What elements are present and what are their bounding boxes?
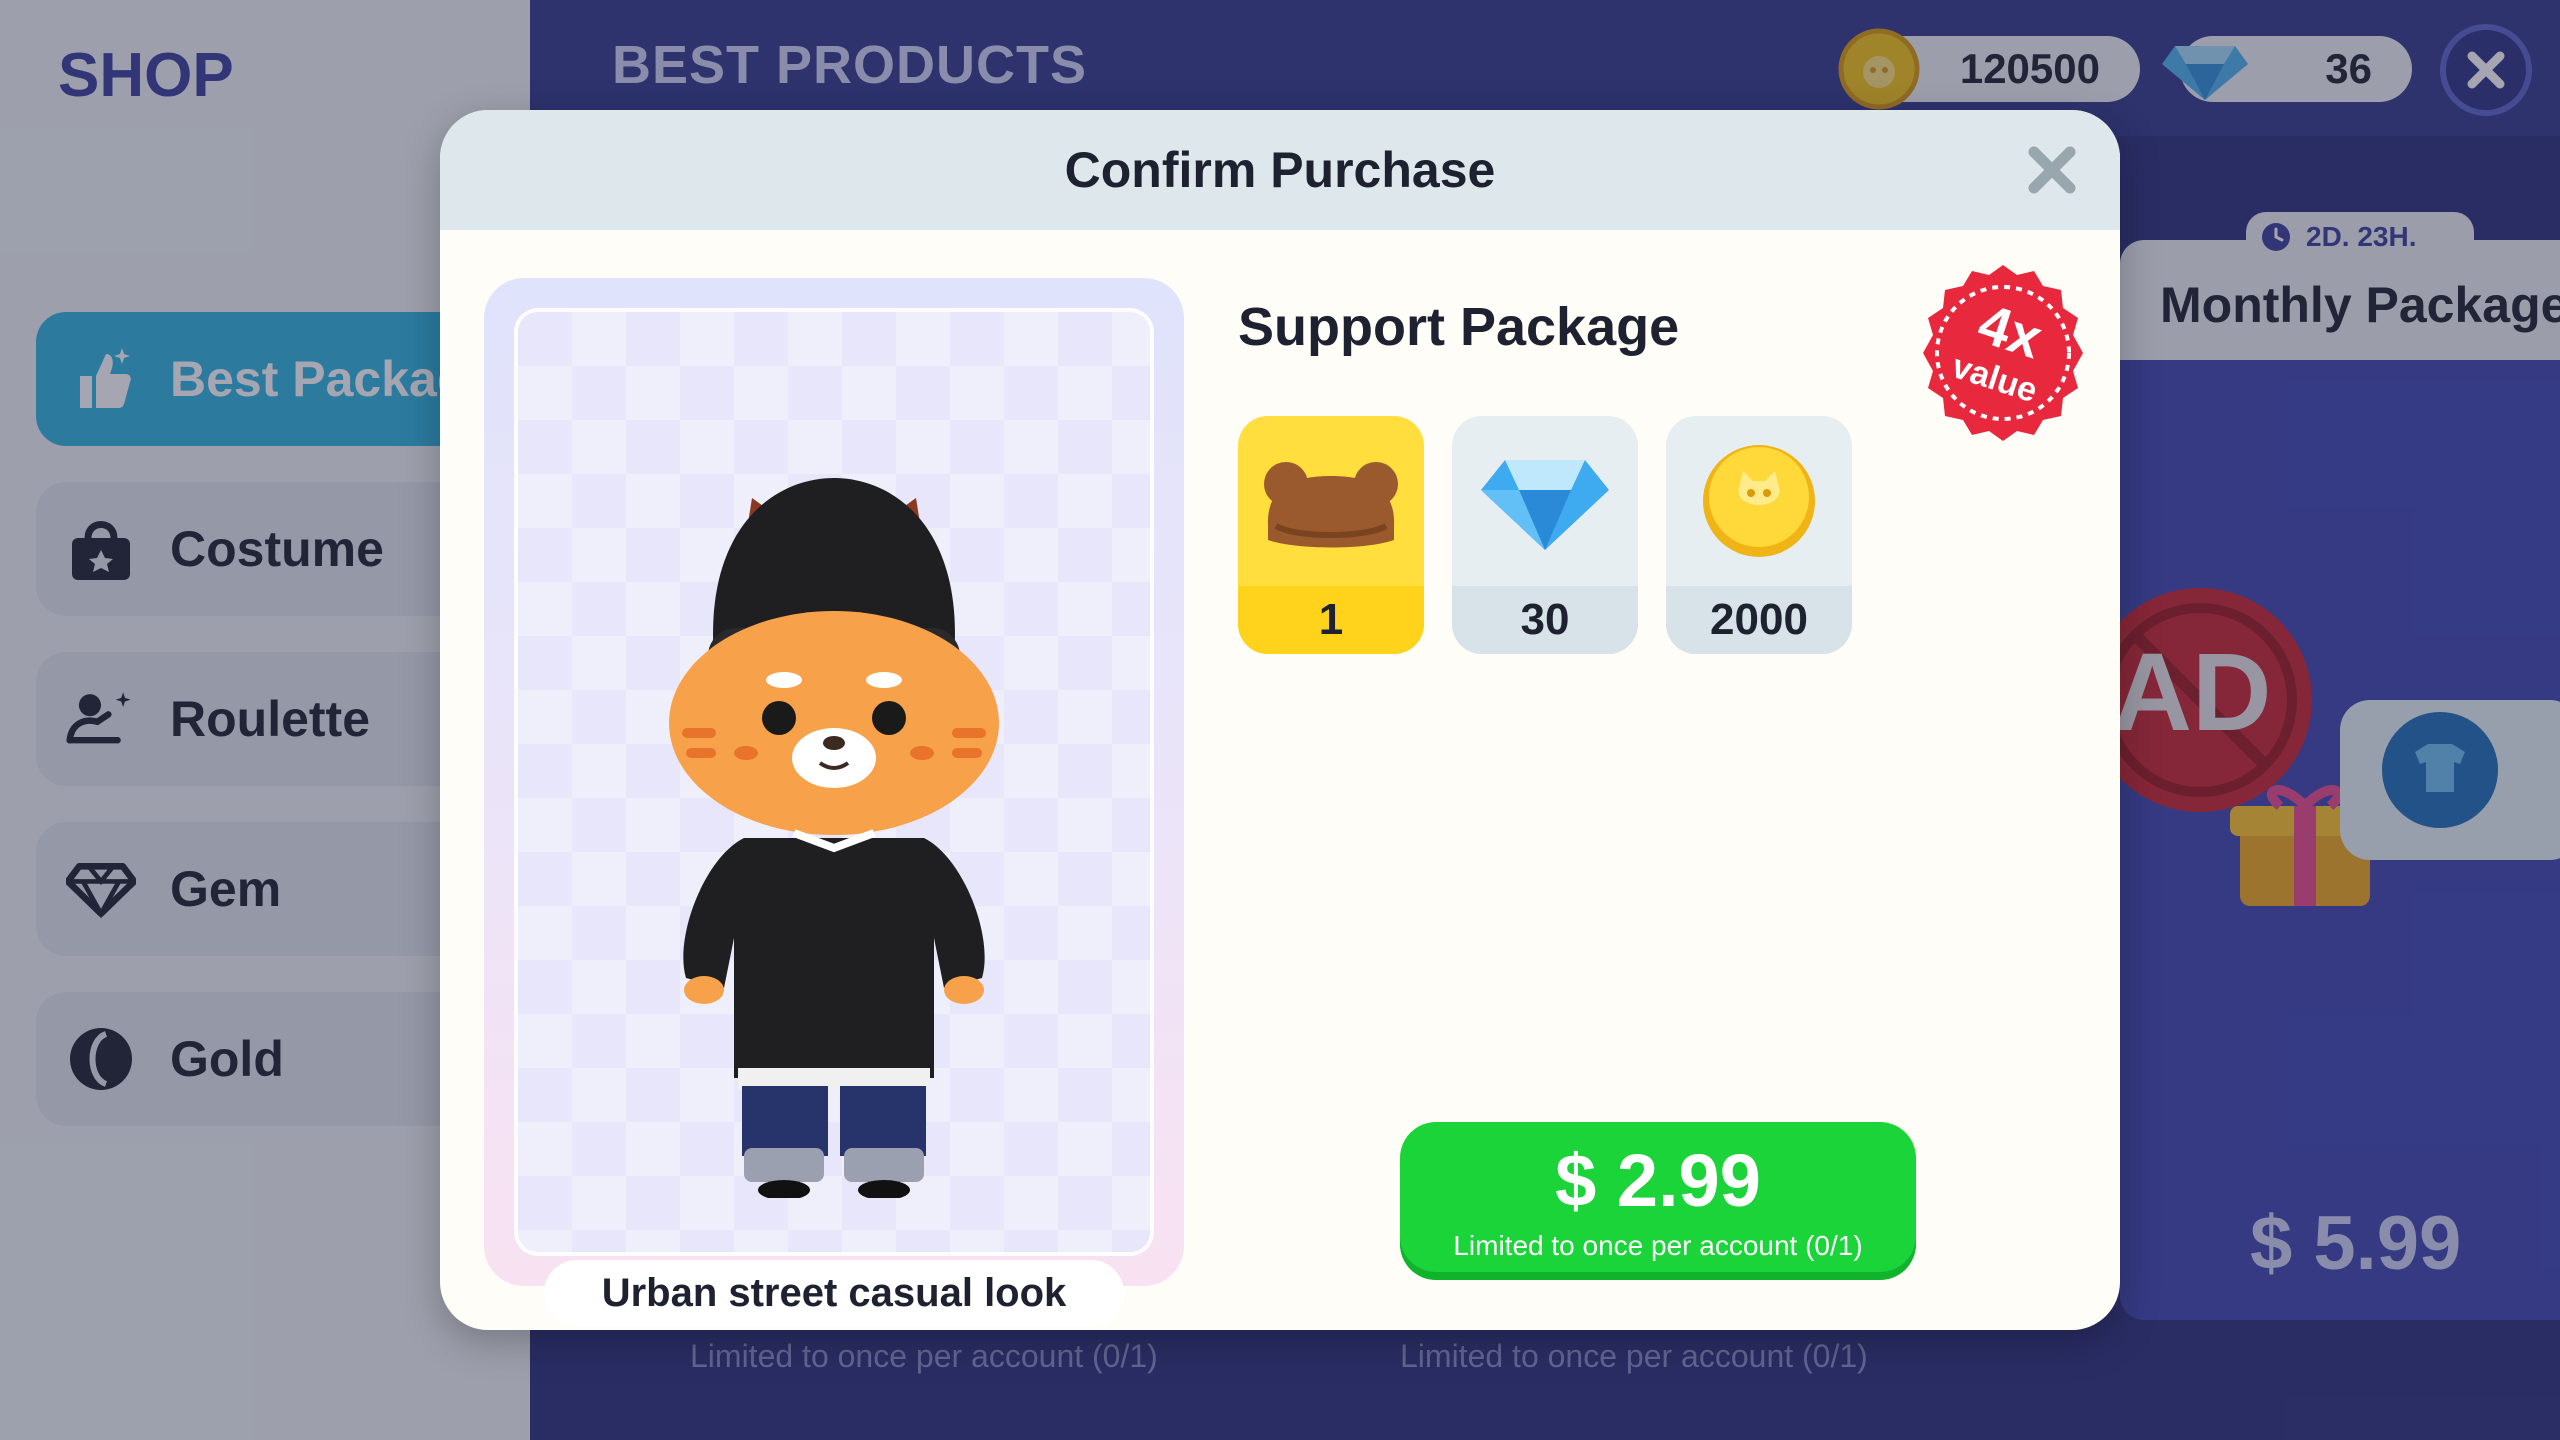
reward-quantity: 30 (1452, 586, 1638, 654)
buy-limit-note: Limited to once per account (0/1) (1453, 1230, 1863, 1261)
close-icon (2028, 146, 2076, 194)
reward-item-hat: 1 (1238, 416, 1424, 654)
dialog-title: Confirm Purchase (1064, 142, 1496, 198)
package-name: Support Package (1238, 297, 1680, 357)
reward-item-gold: 2000 (1666, 416, 1852, 654)
character-preview-panel: Urban street casual look (484, 278, 1184, 1326)
gold-coin-icon (1703, 445, 1815, 557)
look-name-label: Urban street casual look (544, 1260, 1124, 1326)
reward-quantity: 2000 (1666, 586, 1852, 654)
gem-icon (1481, 460, 1609, 550)
dialog-close-button[interactable] (2020, 138, 2084, 202)
character-model (669, 478, 999, 1198)
bear-ears-hat-icon (1264, 462, 1398, 548)
reward-quantity: 1 (1238, 586, 1424, 654)
reward-item-gem: 30 (1452, 416, 1638, 654)
confirm-purchase-dialog: Confirm Purchase Urban street casual loo… (440, 110, 2120, 1330)
buy-price: $ 2.99 (1555, 1139, 1761, 1222)
buy-button[interactable]: $ 2.99 Limited to once per account (0/1) (1400, 1122, 1916, 1280)
value-badge: 4x value (1910, 260, 2096, 446)
